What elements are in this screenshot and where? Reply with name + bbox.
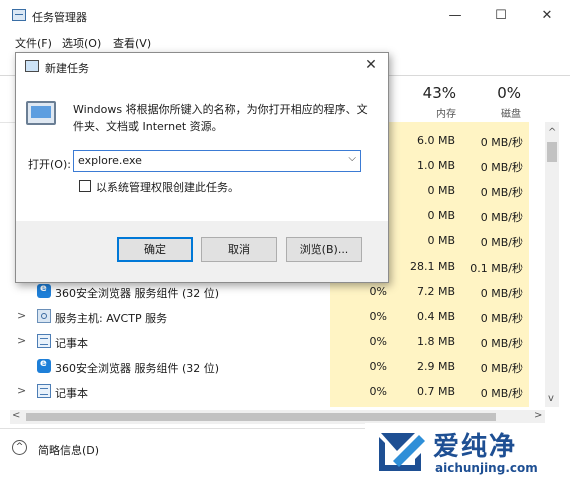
table-row[interactable]: 360安全浏览器 服务组件 (32 位) 0% 2.9 MB 0 MB/秒: [0, 354, 545, 379]
window-title: 任务管理器: [32, 11, 87, 24]
cancel-button[interactable]: 取消: [201, 237, 277, 262]
close-button[interactable]: ✕: [524, 0, 570, 32]
ok-button[interactable]: 确定: [117, 237, 193, 262]
notepad-icon: [37, 334, 51, 348]
disk-column-label: 磁盘: [501, 109, 521, 120]
table-row[interactable]: > 记事本 0% 1.8 MB 0 MB/秒: [0, 329, 545, 354]
program-window-icon: [26, 101, 56, 125]
vertical-scroll-thumb[interactable]: [547, 142, 557, 162]
admin-checkbox[interactable]: [79, 180, 91, 192]
expand-icon[interactable]: >: [17, 334, 26, 347]
chevron-down-icon[interactable]: ⌵: [348, 153, 356, 164]
process-name: 记事本: [55, 387, 88, 400]
memory-cell: 7.2 MB: [416, 285, 455, 298]
memory-cell: 1.0 MB: [416, 159, 455, 172]
browse-button[interactable]: 浏览(B)...: [286, 237, 362, 262]
disk-cell: 0.1 MB/秒: [470, 262, 523, 275]
disk-cell: 0 MB/秒: [480, 362, 523, 375]
memory-cell: 0 MB: [427, 209, 455, 222]
dialog-titlebar: 新建任务 ✕: [16, 53, 388, 81]
browser-360-icon: [37, 358, 51, 373]
minimize-button[interactable]: —: [432, 0, 478, 32]
run-icon: [25, 60, 39, 72]
disk-cell: 0 MB/秒: [480, 337, 523, 350]
dialog-title: 新建任务: [45, 62, 89, 75]
table-row[interactable]: > 服务主机: AVCTP 服务 0% 0.4 MB 0 MB/秒: [0, 304, 545, 329]
table-row[interactable]: > 记事本 0% 0.7 MB 0 MB/秒: [0, 379, 545, 404]
watermark-logo: [379, 433, 425, 471]
menu-file[interactable]: 文件(F): [15, 35, 52, 51]
process-name: 360安全浏览器 服务组件 (32 位): [55, 287, 220, 300]
memory-cell: 0 MB: [427, 184, 455, 197]
menu-view[interactable]: 查看(V): [113, 35, 151, 51]
menu-bar: 文件(F) 选项(O) 查看(V): [0, 32, 570, 52]
expand-icon[interactable]: >: [17, 384, 26, 397]
memory-cell: 28.1 MB: [409, 260, 455, 273]
watermark-url: aichunjing.com: [435, 461, 538, 475]
vertical-scrollbar[interactable]: [545, 122, 559, 407]
scroll-right-icon[interactable]: >: [534, 410, 542, 421]
horizontal-scroll-thumb[interactable]: [26, 413, 496, 421]
menu-options[interactable]: 选项(O): [62, 35, 101, 51]
scroll-down-icon[interactable]: v: [548, 393, 554, 404]
browser-360-icon: [37, 283, 51, 298]
dialog-body: Windows 将根据你所键入的名称，为你打开相应的程序、文件夹、文档或 Int…: [16, 81, 388, 221]
memory-cell: 0 MB: [427, 234, 455, 247]
task-manager-app-icon: [12, 9, 26, 21]
memory-usage-percent: 43%: [422, 84, 456, 102]
disk-cell: 0 MB/秒: [480, 387, 523, 400]
expand-icon[interactable]: >: [17, 309, 26, 322]
fewer-details-label: 简略信息(D): [38, 444, 100, 457]
open-combobox[interactable]: explore.exe ⌵: [73, 150, 361, 172]
memory-cell: 1.8 MB: [416, 335, 455, 348]
disk-cell: 0 MB/秒: [480, 312, 523, 325]
cpu-cell: 0%: [369, 335, 387, 348]
chevron-up-icon: ^: [12, 440, 27, 455]
cpu-cell: 0%: [369, 385, 387, 398]
column-header-disk[interactable]: 0% 磁盘: [457, 84, 521, 120]
scroll-left-icon[interactable]: <: [12, 410, 20, 421]
run-dialog: 新建任务 ✕ Windows 将根据你所键入的名称，为你打开相应的程序、文件夹、…: [15, 52, 389, 283]
disk-cell: 0 MB/秒: [480, 186, 523, 199]
disk-cell: 0 MB/秒: [480, 136, 523, 149]
cpu-cell: 0%: [369, 360, 387, 373]
memory-cell: 0.7 MB: [416, 385, 455, 398]
disk-cell: 0 MB/秒: [480, 161, 523, 174]
process-name: 记事本: [55, 337, 88, 350]
memory-cell: 2.9 MB: [416, 360, 455, 373]
cpu-cell: 0%: [369, 310, 387, 323]
scroll-up-icon[interactable]: ^: [548, 127, 556, 138]
process-name: 360安全浏览器 服务组件 (32 位): [55, 362, 220, 375]
memory-cell: 0.4 MB: [416, 310, 455, 323]
disk-cell: 0 MB/秒: [480, 287, 523, 300]
memory-cell: 6.0 MB: [416, 134, 455, 147]
column-header-memory[interactable]: 43% 内存: [392, 84, 456, 120]
memory-column-label: 内存: [436, 109, 456, 120]
disk-cell: 0 MB/秒: [480, 211, 523, 224]
process-name: 服务主机: AVCTP 服务: [55, 312, 168, 325]
watermark: 爱纯净 aichunjing.com: [365, 423, 570, 483]
disk-usage-percent: 0%: [497, 84, 521, 102]
service-host-icon: [37, 309, 51, 323]
admin-checkbox-label[interactable]: 以系统管理权限创建此任务。: [96, 179, 239, 195]
watermark-text: 爱纯净: [433, 432, 518, 462]
open-input-value[interactable]: explore.exe: [78, 154, 142, 167]
task-manager-titlebar: 任务管理器 — ☐ ✕: [0, 0, 570, 32]
dialog-close-button[interactable]: ✕: [362, 57, 380, 73]
dialog-description: Windows 将根据你所键入的名称，为你打开相应的程序、文件夹、文档或 Int…: [73, 103, 368, 133]
maximize-button[interactable]: ☐: [478, 0, 524, 32]
disk-cell: 0 MB/秒: [480, 236, 523, 249]
open-label: 打开(O):: [28, 158, 71, 171]
cpu-cell: 0%: [369, 285, 387, 298]
notepad-icon: [37, 384, 51, 398]
